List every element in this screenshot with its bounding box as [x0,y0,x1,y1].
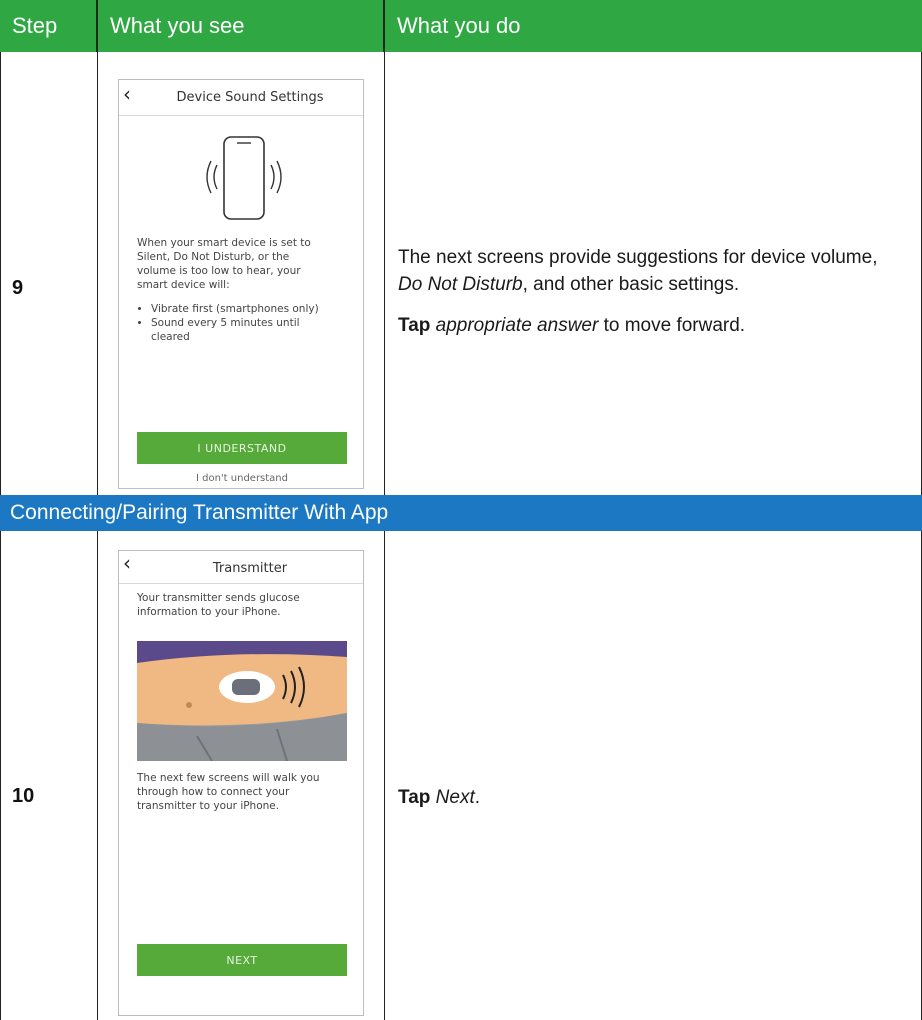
table-border [97,531,98,1020]
next-button[interactable]: NEXT [137,944,347,976]
table-border [0,531,1,1020]
instruction-text: The next screens provide suggestions for… [398,247,878,268]
instruction-action: Tap [398,315,431,336]
table-border [0,52,1,495]
header-see-label: What you see [110,13,245,38]
header-step: Step [0,0,96,52]
header-divider [96,0,98,52]
back-chevron-icon: ‹ [123,551,131,575]
instruction-paragraph-1: The next screens provide suggestions for… [398,244,898,298]
i-understand-button[interactable]: I UNDERSTAND [137,432,347,464]
sound-settings-bullets: Vibrate first (smartphones only) Sound e… [131,302,341,344]
step-number: 10 [12,785,35,807]
transmitter-intro: Your transmitter sends glucose informati… [137,592,300,618]
header-what-you-do: What you do [385,0,922,52]
instruction-emphasis: Next [435,787,475,808]
phone-screen-title: Transmitter [212,561,288,576]
section-header: Connecting/Pairing Transmitter With App [0,495,922,531]
instruction-text: to move forward. [598,315,746,336]
header-what-you-see: What you see [98,0,383,52]
instruction-text: . [474,787,481,808]
instruction-text: , and other basic settings. [522,274,740,295]
instruction-emphasis: Do Not Disturb [398,274,523,295]
instruction-paragraph-2: Tap appropriate answer to move forward. [398,312,898,339]
instructions-step-10: Tap Next. [398,784,898,825]
header-divider [383,0,385,52]
transmitter-instructions: The next few screens will walk you throu… [137,772,320,812]
instruction-paragraph: Tap Next. [398,784,898,811]
table-border [97,52,98,495]
section-title: Connecting/Pairing Transmitter With App [10,501,389,524]
phone-screen-title: Device Sound Settings [176,90,324,105]
bullet-vibrate: Vibrate first (smartphones only) [151,302,341,316]
i-dont-understand-link[interactable]: I don't understand [137,473,347,484]
sound-settings-body: When your smart device is set to Silent,… [137,237,311,291]
step-number: 9 [12,277,24,299]
back-chevron-icon: ‹ [123,82,131,106]
header-step-label: Step [12,13,58,38]
title-separator [119,115,363,116]
bullet-sound: Sound every 5 minutes until cleared [151,316,341,344]
table-border [384,52,385,495]
phone-screenshot-sound-settings: ‹ Device Sound Settings When your smart … [118,79,364,489]
table-border [384,531,385,1020]
phone-screenshot-transmitter: ‹ Transmitter Your transmitter sends glu… [118,550,364,1016]
instructions-step-9: The next screens provide suggestions for… [398,244,898,353]
header-do-label: What you do [397,13,521,38]
title-separator [119,583,363,584]
transmitter-on-abdomen-image [137,641,347,761]
phone-vibrate-icon [206,136,282,220]
instruction-action: Tap [398,787,431,808]
instruction-emphasis: appropriate answer [435,315,599,336]
